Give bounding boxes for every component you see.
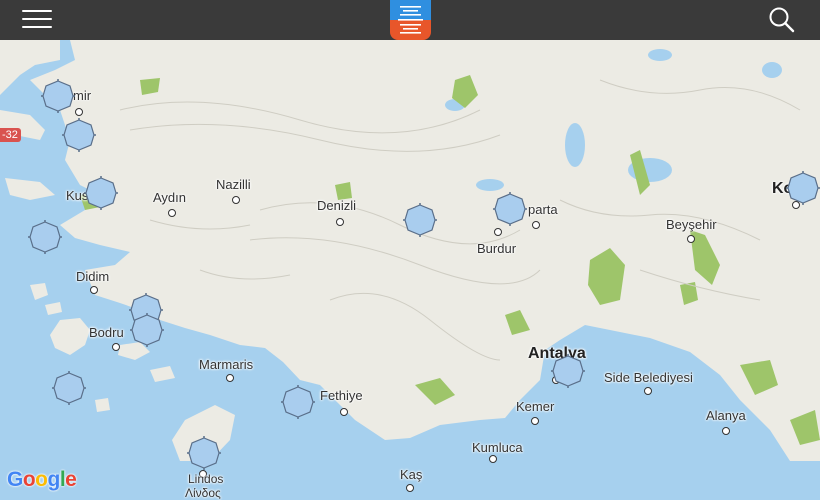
city-dot	[532, 221, 540, 229]
city-label-isparta: parta	[528, 202, 558, 217]
location-marker[interactable]	[402, 202, 438, 243]
top-bar	[0, 0, 820, 40]
google-attribution: Google	[7, 468, 77, 491]
highway-badge: -32	[0, 128, 21, 142]
city-label-aydin: Aydın	[153, 190, 187, 205]
city-label-alanya: Alanya	[706, 408, 746, 423]
map-view[interactable]: -32 mir Kus Aydın Nazilli Denizli parta …	[0, 40, 820, 500]
location-marker[interactable]	[40, 78, 76, 119]
city-dot	[112, 343, 120, 351]
location-marker[interactable]	[129, 312, 165, 353]
app-logo-icon[interactable]	[390, 0, 431, 40]
city-dot	[531, 417, 539, 425]
city-dot	[232, 196, 240, 204]
location-marker[interactable]	[61, 117, 97, 158]
city-label-side: Side Belediyesi	[604, 370, 693, 385]
terrain-layer	[0, 40, 820, 461]
location-marker[interactable]	[186, 435, 222, 476]
location-marker[interactable]	[51, 370, 87, 411]
location-marker[interactable]	[27, 219, 63, 260]
city-dot	[687, 235, 695, 243]
location-marker[interactable]	[83, 175, 119, 216]
city-label-kas: Kaş	[400, 467, 423, 482]
city-label-fethiye: Fethiye	[320, 388, 363, 403]
location-marker[interactable]	[492, 191, 528, 232]
city-dot	[722, 427, 730, 435]
city-dot	[336, 218, 344, 226]
location-marker[interactable]	[550, 353, 586, 394]
city-label-beysehir: Beyşehir	[666, 217, 717, 232]
city-label-marmaris: Marmaris	[199, 357, 254, 372]
city-dot	[226, 374, 234, 382]
city-dot	[168, 209, 176, 217]
city-label-bodrum: Bodru	[89, 325, 124, 340]
location-marker[interactable]	[785, 170, 820, 211]
city-label-didim: Didim	[76, 269, 110, 284]
city-dot	[340, 408, 348, 416]
city-dot	[644, 387, 652, 395]
city-label-kumluca: Kumluca	[472, 440, 523, 455]
city-label-lindos-greek: Λίνδος	[185, 486, 221, 500]
city-dot	[90, 286, 98, 294]
hamburger-menu-icon[interactable]	[22, 9, 54, 31]
city-dot	[406, 484, 414, 492]
city-label-nazilli: Nazilli	[216, 177, 251, 192]
city-dot	[489, 455, 497, 463]
city-label-kemer: Kemer	[516, 399, 555, 414]
search-icon[interactable]	[768, 6, 796, 34]
city-label-burdur: Burdur	[477, 241, 517, 256]
city-dot	[75, 108, 83, 116]
city-label-denizli: Denizli	[317, 198, 357, 213]
location-marker[interactable]	[280, 384, 316, 425]
